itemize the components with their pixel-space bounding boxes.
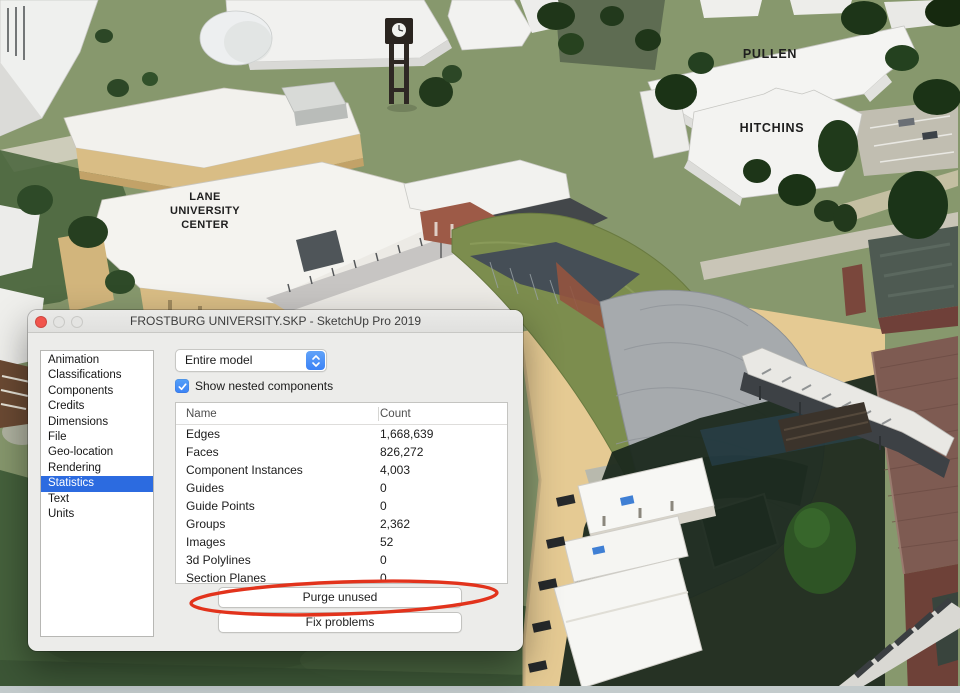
- sketchup-window: PULLEN HITCHINS LANE UNIVERSITY CENTER F…: [0, 0, 960, 693]
- purge-unused-button[interactable]: Purge unused: [218, 587, 462, 608]
- table-row: 3d Polylines 0: [176, 551, 507, 569]
- model-info-dialog: FROSTBURG UNIVERSITY.SKP - SketchUp Pro …: [28, 310, 523, 651]
- table-row: Section Planes 0: [176, 569, 507, 584]
- sidebar-item[interactable]: Dimensions: [41, 415, 153, 430]
- table-row: Edges 1,668,639: [176, 425, 507, 443]
- sidebar-item[interactable]: Components: [41, 384, 153, 399]
- checkbox-checked-icon: [175, 379, 189, 393]
- sidebar-item[interactable]: Geo-location: [41, 445, 153, 460]
- building-label-pullen: PULLEN: [705, 47, 835, 61]
- sidewalk: [0, 686, 960, 693]
- statistics-table[interactable]: Name Count Edges 1,668,639 Faces 826,272: [175, 402, 508, 584]
- sidebar-item[interactable]: Units: [41, 507, 153, 522]
- sidebar-item[interactable]: Statistics: [41, 476, 153, 491]
- fix-problems-button[interactable]: Fix problems: [218, 612, 462, 633]
- table-row: Images 52: [176, 533, 507, 551]
- scope-dropdown[interactable]: Entire model: [175, 349, 327, 372]
- table-row: Guide Points 0: [176, 497, 507, 515]
- sidebar-item[interactable]: File: [41, 430, 153, 445]
- sidebar-item[interactable]: Text: [41, 492, 153, 507]
- sidebar-item[interactable]: Classifications: [41, 368, 153, 383]
- model-info-sections-list[interactable]: Animation Classifications Components Cre…: [40, 350, 154, 637]
- table-row: Component Instances 4,003: [176, 461, 507, 479]
- table-row: Faces 826,272: [176, 443, 507, 461]
- table-body: Edges 1,668,639 Faces 826,272 Component …: [176, 425, 507, 584]
- sidebar-item[interactable]: Rendering: [41, 461, 153, 476]
- stepper-icon: [306, 351, 325, 370]
- dialog-title: FROSTBURG UNIVERSITY.SKP - SketchUp Pro …: [28, 310, 523, 333]
- close-button[interactable]: [35, 316, 47, 328]
- zoom-button: [71, 316, 83, 328]
- sidebar-item[interactable]: Credits: [41, 399, 153, 414]
- scope-dropdown-value: Entire model: [185, 350, 252, 371]
- minimize-button: [53, 316, 65, 328]
- table-header: Name Count: [176, 403, 507, 425]
- column-header-count: Count: [374, 403, 507, 424]
- table-row: Guides 0: [176, 479, 507, 497]
- checkbox-label: Show nested components: [195, 379, 333, 393]
- table-row: Groups 2,362: [176, 515, 507, 533]
- show-nested-checkbox[interactable]: Show nested components: [175, 378, 333, 394]
- building-label-lane-university-center: LANE UNIVERSITY CENTER: [147, 190, 263, 232]
- dialog-titlebar[interactable]: FROSTBURG UNIVERSITY.SKP - SketchUp Pro …: [28, 310, 523, 333]
- column-header-name: Name: [176, 403, 374, 424]
- building-label-hitchins: HITCHINS: [707, 121, 837, 135]
- sidebar-item[interactable]: Animation: [41, 353, 153, 368]
